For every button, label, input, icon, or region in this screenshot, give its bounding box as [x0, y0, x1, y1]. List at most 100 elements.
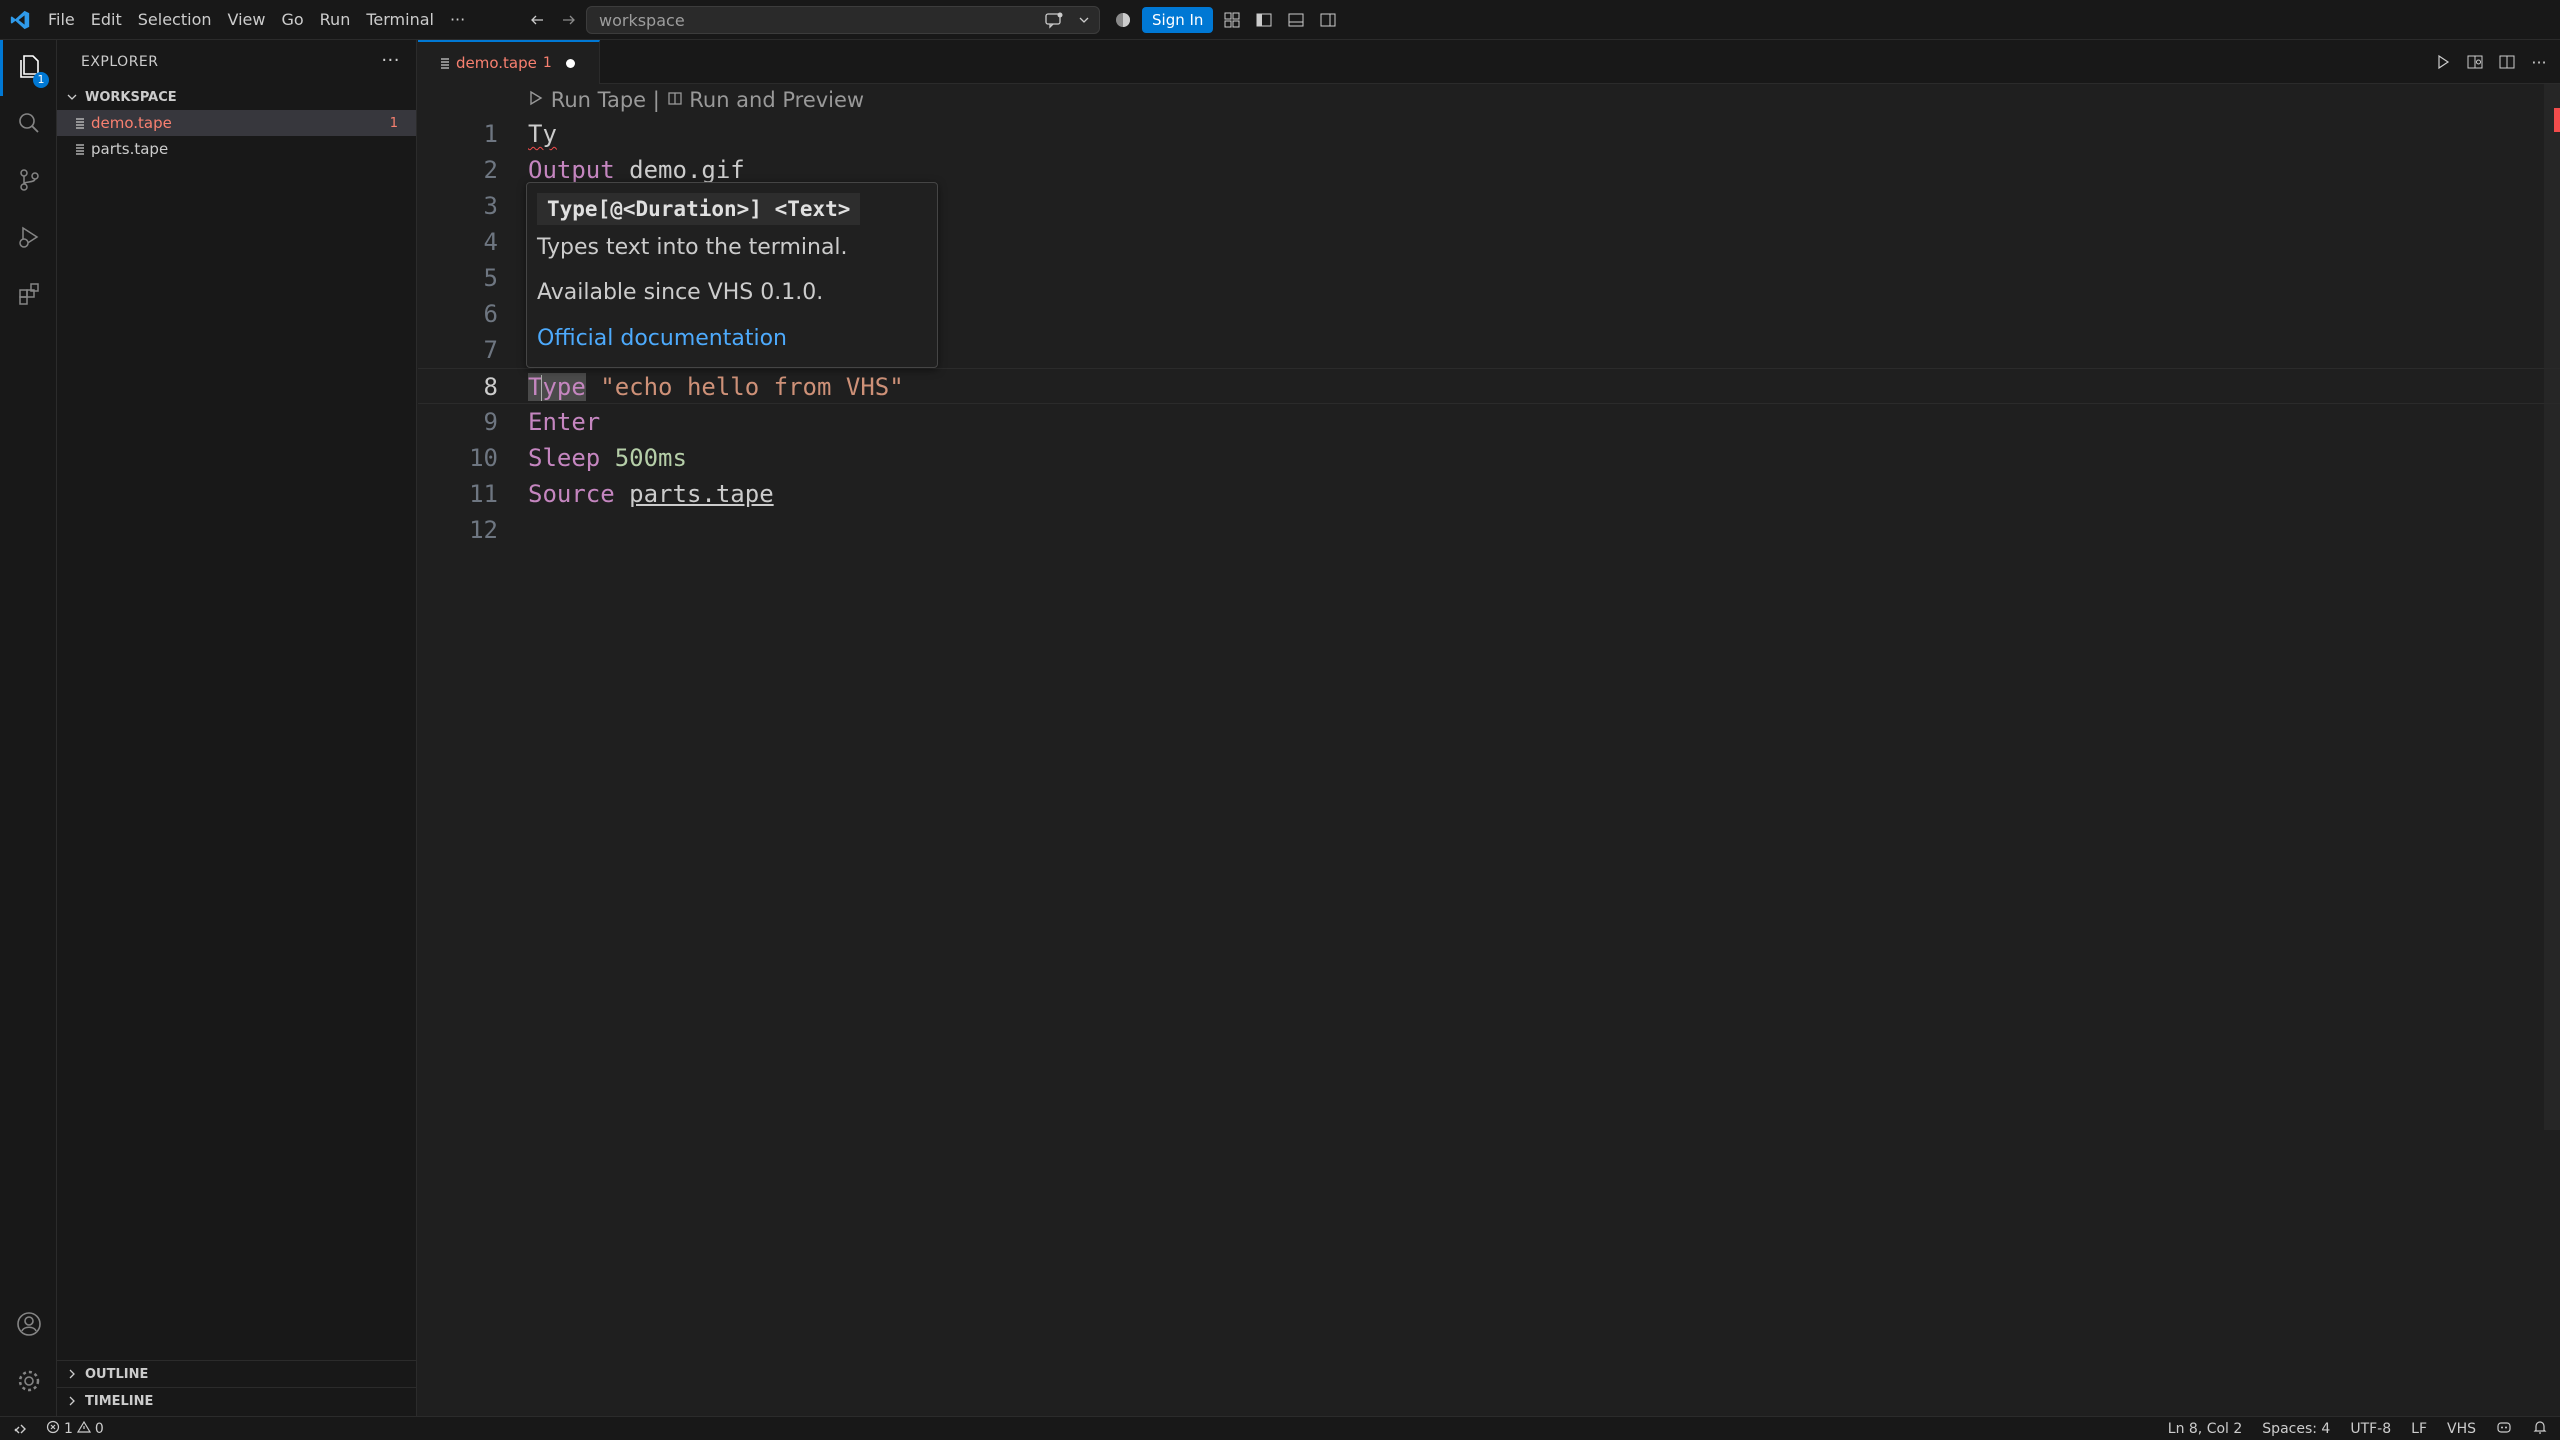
menu-more[interactable]: ··· — [442, 0, 473, 40]
file-link-token[interactable]: parts.tape — [629, 480, 774, 508]
copilot-status-icon[interactable] — [2496, 1419, 2512, 1439]
sign-in-button[interactable]: Sign In — [1142, 7, 1214, 33]
menu-terminal[interactable]: Terminal — [358, 0, 442, 40]
menu-go[interactable]: Go — [273, 0, 311, 40]
search-activity[interactable] — [0, 97, 57, 153]
command-center-search[interactable]: workspace — [586, 6, 1100, 34]
copilot-icon[interactable] — [1110, 7, 1136, 33]
run-and-preview-codelens[interactable]: Run and Preview — [689, 88, 864, 112]
back-arrow-icon[interactable] — [524, 7, 550, 33]
line-number: 5 — [483, 264, 498, 292]
chevron-right-icon — [63, 1392, 81, 1410]
official-documentation-link[interactable]: Official documentation — [537, 326, 787, 351]
problems-indicator[interactable]: 1 0 — [40, 1420, 110, 1438]
code-line: 1 Ty — [418, 116, 2560, 152]
search-icon — [16, 110, 42, 140]
explorer-title: EXPLORER — [81, 54, 159, 70]
indentation[interactable]: Spaces: 4 — [2262, 1421, 2330, 1437]
keyword-token: ype — [542, 373, 586, 401]
end-of-line[interactable]: LF — [2411, 1421, 2427, 1437]
editor-tabs: demo.tape 1 ··· — [418, 40, 2560, 84]
file-item-demo-tape[interactable]: demo.tape 1 — [57, 110, 416, 136]
menu-edit[interactable]: Edit — [83, 0, 130, 40]
run-debug-activity[interactable] — [0, 211, 57, 267]
menu-file[interactable]: File — [40, 0, 83, 40]
code-line: 11 Source parts.tape — [418, 476, 2560, 512]
file-name: demo.tape — [91, 114, 172, 132]
hover-signature: Type[@<Duration>] <Text> — [537, 193, 861, 225]
code-line-current: 8 Type "echo hello from VHS" — [418, 368, 2560, 404]
chevron-down-icon — [63, 88, 81, 106]
line-number: 12 — [469, 516, 498, 544]
hover-description: Types text into the terminal. — [537, 235, 848, 260]
warning-icon — [76, 1420, 91, 1438]
play-icon — [528, 88, 551, 112]
forward-arrow-icon[interactable] — [556, 7, 582, 33]
outline-section: OUTLINE — [57, 1360, 417, 1387]
line-number: 9 — [483, 408, 498, 436]
notifications-bell-icon[interactable] — [2532, 1419, 2548, 1439]
number-token: 500ms — [600, 444, 687, 472]
remote-indicator-icon[interactable] — [0, 1417, 40, 1440]
error-count: 1 — [64, 1420, 73, 1437]
warning-count: 0 — [94, 1420, 104, 1437]
toggle-panel-icon[interactable] — [1283, 7, 1309, 33]
more-actions-icon[interactable]: ··· — [2526, 49, 2552, 75]
accounts-activity[interactable] — [0, 1298, 57, 1354]
workspace-section-header[interactable]: WORKSPACE — [57, 84, 416, 110]
run-icon[interactable] — [2430, 49, 2456, 75]
vertical-scrollbar[interactable] — [2544, 84, 2560, 1130]
title-bar: File Edit Selection View Go Run Terminal… — [0, 0, 2560, 40]
file-item-parts-tape[interactable]: parts.tape — [57, 136, 416, 162]
outline-section-header[interactable]: OUTLINE — [57, 1361, 417, 1387]
codelens-separator: | — [646, 88, 667, 112]
chevron-down-icon[interactable] — [1069, 7, 1099, 33]
more-actions-icon[interactable]: ··· — [381, 50, 400, 71]
tab-demo-tape[interactable]: demo.tape 1 — [418, 40, 600, 84]
explorer-header: EXPLORER ··· — [57, 40, 416, 84]
unsaved-dot-icon[interactable] — [565, 58, 575, 68]
hover-tooltip: Type[@<Duration>] <Text> Types text into… — [526, 182, 938, 368]
tab-label: demo.tape — [456, 54, 537, 72]
split-editor-icon[interactable] — [2494, 49, 2520, 75]
gear-icon — [16, 1368, 42, 1398]
encoding[interactable]: UTF-8 — [2350, 1421, 2391, 1437]
copilot-chat-icon[interactable] — [1039, 7, 1069, 33]
error-icon — [46, 1420, 60, 1438]
line-number: 3 — [483, 192, 498, 220]
timeline-section-header[interactable]: TIMELINE — [57, 1388, 417, 1414]
manage-activity[interactable] — [0, 1355, 57, 1411]
timeline-label: TIMELINE — [85, 1393, 154, 1409]
keyword-token: Source — [528, 480, 615, 508]
keyword-token: Enter — [528, 408, 601, 436]
cursor-position[interactable]: Ln 8, Col 2 — [2168, 1421, 2243, 1437]
workspace-label: WORKSPACE — [85, 89, 177, 105]
explorer-sidebar: EXPLORER ··· WORKSPACE demo.tape 1 parts… — [57, 40, 417, 1416]
menu-run[interactable]: Run — [312, 0, 359, 40]
code-token: Ty — [528, 120, 557, 148]
extensions-activity[interactable] — [0, 268, 57, 324]
command-center-text: workspace — [599, 10, 685, 30]
run-tape-codelens[interactable]: Run Tape — [551, 88, 646, 112]
source-control-activity[interactable] — [0, 154, 57, 210]
tab-problem-count: 1 — [542, 55, 552, 71]
language-mode[interactable]: VHS — [2447, 1421, 2476, 1437]
menu-selection[interactable]: Selection — [130, 0, 220, 40]
menu-bar: File Edit Selection View Go Run Terminal… — [40, 0, 473, 40]
explorer-activity[interactable]: 1 — [0, 40, 57, 96]
open-preview-icon[interactable] — [2462, 49, 2488, 75]
code-line: 12 — [418, 512, 2560, 548]
menu-view[interactable]: View — [220, 0, 274, 40]
hover-since: Available since VHS 0.1.0. — [537, 280, 824, 305]
extensions-icon — [16, 281, 42, 311]
keyword-token: Sleep — [528, 444, 601, 472]
toggle-primary-sidebar-icon[interactable] — [1251, 7, 1277, 33]
file-name: parts.tape — [91, 140, 169, 158]
code-line: 10 Sleep 500ms — [418, 440, 2560, 476]
preview-icon — [667, 88, 690, 112]
toggle-secondary-sidebar-icon[interactable] — [1315, 7, 1341, 33]
line-number: 4 — [483, 228, 498, 256]
customize-layout-icon[interactable] — [1219, 7, 1245, 33]
string-token: "echo hello from VHS" — [585, 373, 904, 401]
keyword-token: Output — [528, 156, 615, 184]
